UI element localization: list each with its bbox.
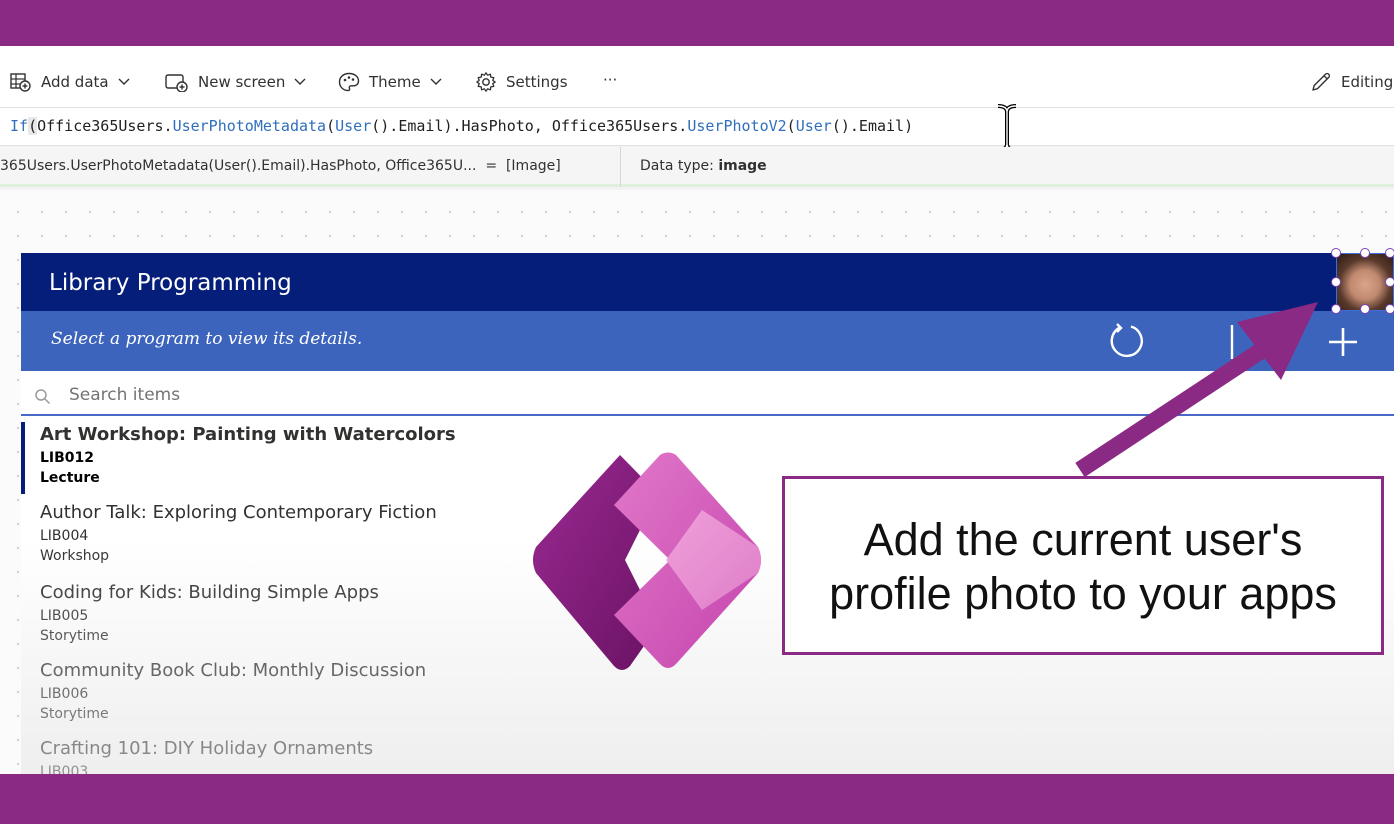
item-title: Art Workshop: Painting with Watercolors bbox=[40, 424, 456, 445]
callout-text: Add the current user's profile photo to … bbox=[785, 513, 1381, 621]
item-title: Author Talk: Exploring Contemporary Fict… bbox=[40, 502, 437, 523]
user-photo-image[interactable] bbox=[1331, 248, 1394, 314]
editing-mode-button[interactable]: Editing bbox=[1310, 70, 1393, 94]
app-subheader: Select a program to view its details. bbox=[21, 311, 1394, 371]
resize-handle[interactable] bbox=[1331, 277, 1341, 287]
editing-label: Editing bbox=[1341, 73, 1394, 91]
settings-button[interactable]: Settings bbox=[475, 70, 568, 94]
more-options-button[interactable]: ··· bbox=[603, 71, 617, 89]
command-toolbar: Add data New screen Theme Settings ··· E… bbox=[0, 46, 1394, 108]
divider bbox=[620, 147, 621, 187]
item-code: LIB005 bbox=[40, 608, 89, 624]
sort-icon[interactable] bbox=[1229, 323, 1249, 361]
search-box[interactable]: Search items bbox=[21, 372, 1394, 416]
resize-handle[interactable] bbox=[1360, 248, 1370, 258]
refresh-icon[interactable] bbox=[1107, 321, 1147, 361]
data-type-label: Data type: bbox=[640, 158, 714, 174]
settings-label: Settings bbox=[506, 73, 568, 91]
item-type: Lecture bbox=[40, 470, 100, 486]
text-cursor-icon bbox=[997, 104, 1017, 152]
table-add-icon bbox=[10, 73, 31, 92]
formula-function: User bbox=[795, 117, 832, 135]
new-screen-icon bbox=[165, 74, 188, 92]
add-icon[interactable] bbox=[1326, 325, 1360, 359]
pencil-icon bbox=[1312, 72, 1331, 91]
callout-line-2: profile photo to your apps bbox=[829, 568, 1337, 619]
formula-function: UserPhotoMetadata bbox=[172, 117, 327, 135]
formula-part: ( bbox=[326, 117, 336, 135]
formula-part: Office365Users. bbox=[37, 117, 173, 135]
chevron-down-icon bbox=[294, 78, 306, 85]
gear-icon bbox=[476, 72, 496, 92]
formula-part: ().Email).HasPhoto, Office365Users. bbox=[371, 117, 688, 135]
app-header: Library Programming bbox=[21, 253, 1394, 311]
item-type: Storytime bbox=[40, 706, 109, 722]
resize-handle[interactable] bbox=[1331, 304, 1341, 314]
search-input[interactable]: Search items bbox=[69, 385, 180, 405]
data-type-indicator: Data type: image bbox=[640, 158, 767, 174]
top-banner bbox=[0, 0, 1394, 46]
resize-handle[interactable] bbox=[1360, 304, 1370, 314]
formula-result-expression: 365Users.UserPhotoMetadata(User().Email)… bbox=[0, 158, 561, 174]
chevron-down-icon bbox=[118, 78, 130, 85]
item-title: Crafting 101: DIY Holiday Ornaments bbox=[40, 738, 374, 759]
item-code: LIB006 bbox=[40, 686, 89, 702]
item-title: Coding for Kids: Building Simple Apps bbox=[40, 582, 379, 603]
callout-box: Add the current user's profile photo to … bbox=[782, 476, 1384, 655]
power-apps-logo-icon bbox=[533, 452, 761, 670]
formula-result-preview: 365Users.UserPhotoMetadata(User().Email)… bbox=[0, 147, 1394, 187]
formula-open-paren: ( bbox=[28, 117, 38, 135]
callout-line-1: Add the current user's bbox=[863, 514, 1303, 565]
resize-handle[interactable] bbox=[1385, 248, 1394, 258]
data-type-value: image bbox=[718, 158, 767, 174]
formula-if-keyword: If bbox=[10, 117, 29, 135]
chevron-down-icon bbox=[430, 78, 442, 85]
app-subtitle: Select a program to view its details. bbox=[51, 329, 363, 349]
formula-function: User bbox=[335, 117, 372, 135]
palette-icon bbox=[338, 72, 360, 92]
add-data-button[interactable]: Add data bbox=[10, 70, 131, 94]
item-code: LIB012 bbox=[40, 450, 95, 466]
add-data-label: Add data bbox=[41, 73, 109, 91]
formula-expression[interactable]: If(Office365Users.UserPhotoMetadata(User… bbox=[10, 117, 913, 135]
theme-label: Theme bbox=[369, 73, 421, 91]
formula-part: ().Email) bbox=[831, 117, 914, 135]
formula-part: ( bbox=[786, 117, 796, 135]
resize-handle[interactable] bbox=[1385, 277, 1394, 287]
resize-handle[interactable] bbox=[1331, 248, 1341, 258]
formula-function: UserPhotoV2 bbox=[687, 117, 787, 135]
new-screen-button[interactable]: New screen bbox=[165, 70, 307, 94]
app-title: Library Programming bbox=[49, 270, 292, 296]
item-code: LIB004 bbox=[40, 528, 89, 544]
new-screen-label: New screen bbox=[198, 73, 286, 91]
bottom-banner bbox=[0, 774, 1394, 824]
resize-handle[interactable] bbox=[1385, 304, 1394, 314]
item-type: Workshop bbox=[40, 548, 110, 564]
formula-bar[interactable]: If(Office365Users.UserPhotoMetadata(User… bbox=[0, 108, 1394, 146]
item-title: Community Book Club: Monthly Discussion bbox=[40, 660, 427, 681]
search-icon bbox=[35, 389, 51, 405]
item-type: Storytime bbox=[40, 628, 109, 644]
theme-button[interactable]: Theme bbox=[338, 70, 443, 94]
